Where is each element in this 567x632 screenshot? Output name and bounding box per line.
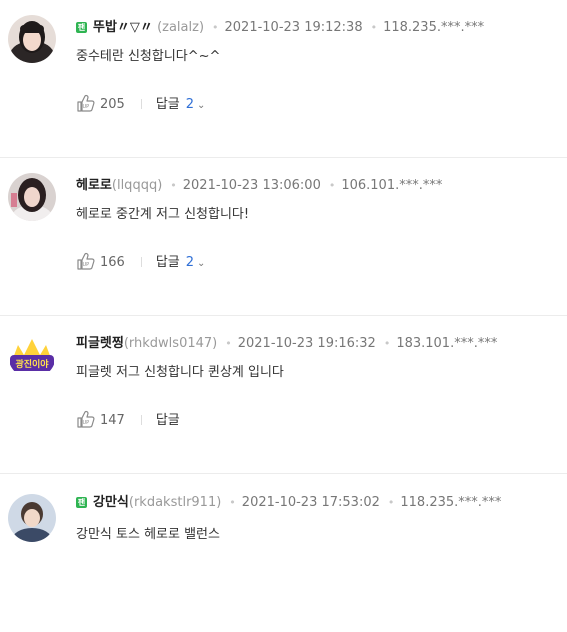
chevron-down-icon: ⌄ bbox=[197, 258, 206, 269]
fan-badge: 팬 bbox=[76, 497, 87, 508]
reply-count: 2 bbox=[185, 255, 195, 270]
separator-dot: • bbox=[370, 21, 378, 34]
svg-text:UP: UP bbox=[83, 420, 90, 426]
comment-item: 헤로로(llqqqq) • 2021-10-23 13:06:00 • 106.101.… bbox=[0, 158, 567, 316]
separator-dot: • bbox=[387, 496, 395, 509]
comment-text: 피글렛 저그 신청합니다 퀸상계 입니다 bbox=[76, 365, 284, 380]
comment-date: 2021-10-23 19:12:38 bbox=[224, 20, 363, 35]
ip-address: 183.101.***.*** bbox=[396, 336, 498, 351]
nickname[interactable]: 헤로로 bbox=[76, 178, 112, 193]
separator-dot: • bbox=[212, 21, 219, 34]
ip-address: 118.235.***.*** bbox=[400, 495, 502, 510]
user-id[interactable]: (llqqqq) bbox=[112, 178, 162, 193]
thumbs-up-icon: UP bbox=[77, 410, 95, 428]
user-id[interactable]: (rkdakstlr911) bbox=[129, 495, 221, 510]
comment-meta: 팬 뚜밥〃▽〃 (zalalz) • 2021-10-23 19:12:38 • 118.… bbox=[76, 19, 484, 37]
comment-date: 2021-10-23 19:16:32 bbox=[237, 336, 376, 351]
avatar-label: 광진이야 bbox=[15, 358, 49, 370]
separator-dot: • bbox=[229, 496, 236, 509]
comment-text: 강만식 토스 헤로로 밸런스 bbox=[76, 527, 220, 542]
nickname[interactable]: 강만식 bbox=[93, 495, 129, 510]
ip-address: 106.101.***.*** bbox=[341, 178, 443, 193]
divider bbox=[140, 415, 142, 425]
comment-date: 2021-10-23 13:06:00 bbox=[182, 178, 321, 193]
reply-button[interactable]: 답글 2 ⌄ bbox=[156, 254, 206, 273]
reply-count: 2 bbox=[185, 97, 195, 112]
comment-actions: UP 205 답글 2 ⌄ bbox=[76, 94, 205, 112]
like-button[interactable]: UP 205 bbox=[76, 94, 125, 114]
fan-badge: 팬 bbox=[76, 22, 87, 33]
avatar[interactable] bbox=[8, 15, 56, 63]
user-id[interactable]: (zalalz) bbox=[157, 20, 204, 35]
nickname[interactable]: 뚜밥〃▽〃 bbox=[93, 20, 153, 35]
comment-item: 팬 뚜밥〃▽〃 (zalalz) • 2021-10-23 19:12:38 • 118.… bbox=[0, 0, 567, 158]
comment-meta: 팬 강만식(rkdakstlr911) • 2021-10-23 17:53:02 • 1… bbox=[76, 494, 501, 512]
divider bbox=[140, 257, 142, 267]
thumbs-up-icon: UP bbox=[77, 252, 95, 270]
reply-label: 답글 bbox=[155, 413, 180, 428]
separator-dot: • bbox=[328, 179, 336, 192]
separator-dot: • bbox=[170, 179, 177, 192]
comment-actions: UP 166 답글 2 ⌄ bbox=[76, 252, 205, 270]
like-count: 147 bbox=[100, 413, 125, 428]
comment-meta: 헤로로(llqqqq) • 2021-10-23 13:06:00 • 106.101.… bbox=[76, 177, 442, 195]
comment-actions: UP 147 답글 bbox=[76, 410, 180, 428]
separator-dot: • bbox=[383, 337, 391, 350]
chevron-down-icon: ⌄ bbox=[197, 100, 206, 111]
like-button[interactable]: UP 166 bbox=[76, 252, 125, 272]
like-button[interactable]: UP 147 bbox=[76, 410, 125, 430]
ip-address: 118.235.***.*** bbox=[383, 20, 485, 35]
reply-button[interactable]: 답글 bbox=[156, 412, 180, 430]
avatar[interactable] bbox=[8, 173, 56, 221]
reply-label: 답글 bbox=[155, 255, 180, 270]
comment-text: 중수테란 신청합니다^~^ bbox=[76, 49, 221, 64]
user-id[interactable]: (rhkdwls0147) bbox=[124, 336, 217, 351]
comment-item: 팬 강만식(rkdakstlr911) • 2021-10-23 17:53:02 • 1… bbox=[0, 474, 567, 632]
reply-label: 답글 bbox=[155, 97, 180, 112]
comment-item: 광진이야 피글렛찡(rhkdwls0147) • 2021-10-23 19:16:… bbox=[0, 316, 567, 474]
separator-dot: • bbox=[225, 337, 232, 350]
svg-text:UP: UP bbox=[83, 104, 90, 110]
like-count: 166 bbox=[100, 255, 125, 270]
divider bbox=[140, 99, 142, 109]
nickname[interactable]: 피글렛찡 bbox=[76, 336, 124, 351]
comment-text: 헤로로 중간계 저그 신청합니다! bbox=[76, 207, 250, 222]
avatar[interactable] bbox=[8, 494, 56, 542]
comment-meta: 피글렛찡(rhkdwls0147) • 2021-10-23 19:16:32 • 18… bbox=[76, 335, 497, 353]
thumbs-up-icon: UP bbox=[77, 94, 95, 112]
reply-button[interactable]: 답글 2 ⌄ bbox=[156, 96, 206, 115]
svg-text:UP: UP bbox=[83, 262, 90, 268]
like-count: 205 bbox=[100, 97, 125, 112]
avatar[interactable]: 광진이야 bbox=[8, 331, 56, 379]
comment-date: 2021-10-23 17:53:02 bbox=[241, 495, 380, 510]
